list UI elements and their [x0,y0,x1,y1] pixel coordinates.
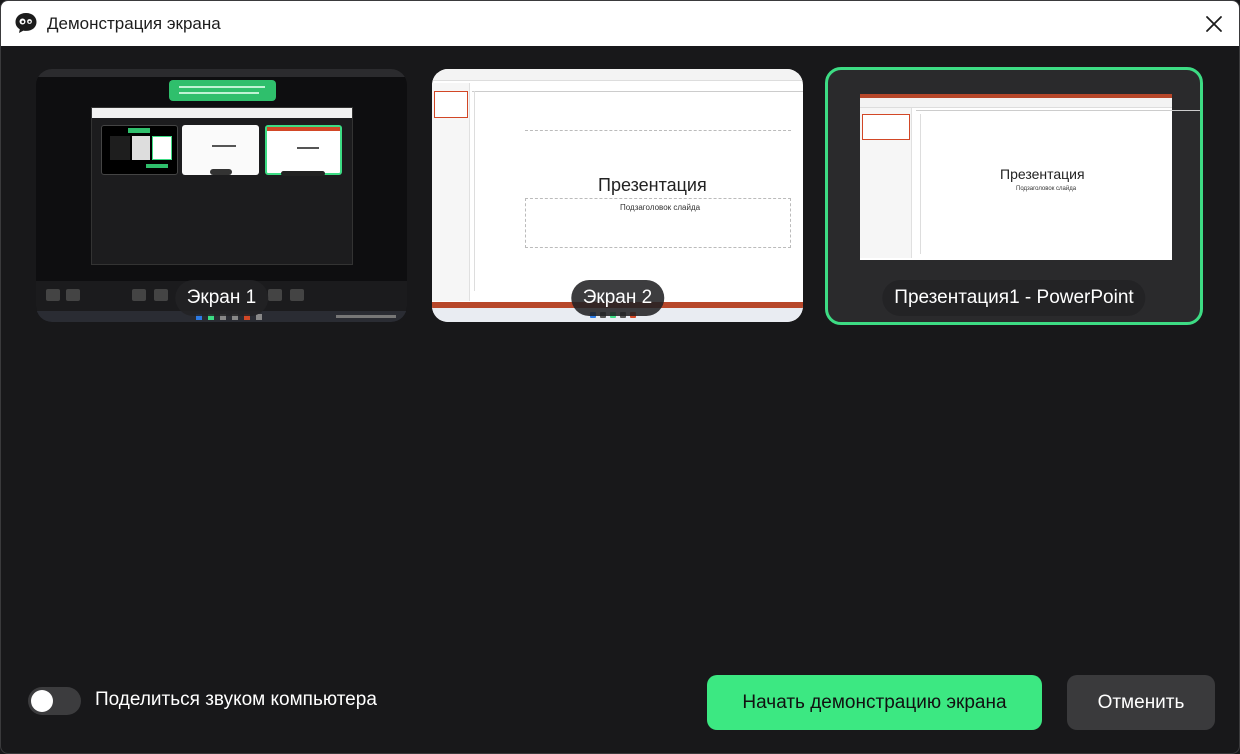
share-audio-label: Поделиться звуком компьютера [95,689,377,710]
source-label: Экран 1 [174,280,269,316]
source-tile-screen-1[interactable]: Экран 1 [36,69,407,322]
powerpoint-window-preview: Презентация Подзаголовок слайда [860,94,1200,260]
source-tile-screen-2[interactable]: Презентация Подзаголовок слайда Экран 2 [432,69,803,322]
toggle-knob [31,690,53,712]
close-button[interactable] [1197,7,1231,41]
slide-title: Презентация [1000,166,1085,182]
start-screen-share-button[interactable]: Начать демонстрацию экрана [707,675,1042,730]
close-icon [1206,16,1222,32]
window-title: Демонстрация экрана [47,14,221,33]
slide-subtitle: Подзаголовок слайда [1016,186,1077,192]
source-label: Презентация1 - PowerPoint [882,280,1146,316]
share-audio-toggle[interactable] [28,687,81,715]
chat-bubble-eyes-icon [14,12,38,34]
slide-subtitle: Подзаголовок слайда [620,203,701,212]
slide-title: Презентация [598,175,707,195]
title-bar: Демонстрация экрана [1,1,1239,46]
screen-share-dialog: Демонстрация экрана Экран 1 Презентация … [0,0,1240,754]
source-label: Экран 2 [570,280,665,316]
cancel-button[interactable]: Отменить [1067,675,1215,730]
source-tile-powerpoint-window[interactable]: Презентация Подзаголовок слайда Презента… [825,67,1203,325]
